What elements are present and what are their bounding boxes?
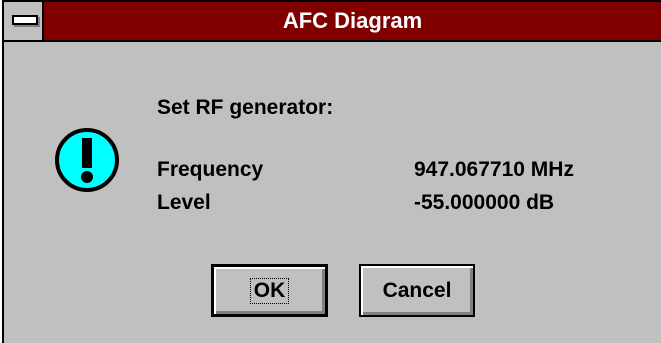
level-label: Level bbox=[157, 191, 211, 214]
minus-icon bbox=[12, 15, 38, 25]
title-bar[interactable]: AFC Diagram bbox=[4, 2, 661, 42]
afc-dialog-window: AFC Diagram Set RF generator: Frequency … bbox=[2, 0, 661, 343]
prompt-text: Set RF generator: bbox=[157, 96, 334, 119]
ok-button-label: OK bbox=[249, 277, 290, 304]
window-title: AFC Diagram bbox=[282, 8, 423, 33]
cancel-button-label: Cancel bbox=[382, 278, 452, 302]
frequency-label: Frequency bbox=[157, 158, 264, 181]
cancel-button[interactable]: Cancel bbox=[359, 264, 475, 317]
level-value: -55.000000 dB bbox=[414, 191, 555, 214]
frequency-value: 947.067710 MHz bbox=[414, 158, 574, 181]
exclamation-icon bbox=[55, 128, 119, 192]
ok-button[interactable]: OK bbox=[211, 264, 328, 317]
system-menu-button[interactable] bbox=[4, 2, 44, 40]
